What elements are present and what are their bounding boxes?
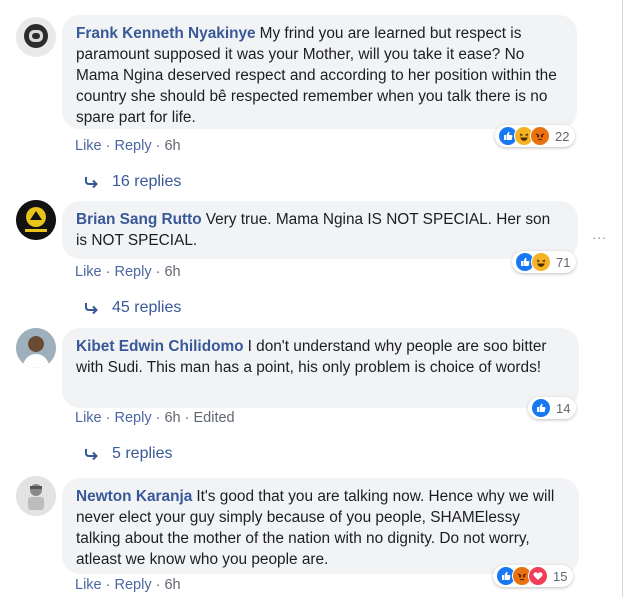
more-options-icon[interactable]: ... [592,226,607,242]
view-replies-link[interactable]: 5 replies [84,445,172,463]
like-button[interactable]: Like [75,138,102,154]
avatar-image [16,17,56,57]
reaction-count: 15 [553,568,568,584]
edited-label[interactable]: Edited [194,410,235,426]
comment-author[interactable]: Newton Karanja [76,488,192,505]
comment-bubble: Brian Sang Rutto Very true. Mama Ngina IS… [62,201,578,259]
comment-actions: Like · Reply · 6h [75,138,181,154]
view-replies-link[interactable]: 45 replies [84,299,181,317]
comment-time[interactable]: 6h [164,577,180,593]
angry-icon [530,126,550,146]
reaction-count: 14 [556,400,571,416]
avatar[interactable] [16,17,56,57]
replies-count: 5 replies [112,445,173,462]
comment-bubble: Kibet Edwin Chilidomo I don't understand … [62,328,579,408]
comment-author[interactable]: Brian Sang Rutto [76,211,202,228]
like-button[interactable]: Like [75,577,102,593]
avatar[interactable] [16,328,56,368]
avatar[interactable] [16,476,56,516]
reply-button[interactable]: Reply [115,138,152,154]
reaction-summary[interactable]: 15 [493,565,574,587]
avatar-image [16,328,56,368]
reply-arrow-icon [85,303,98,314]
like-button[interactable]: Like [75,264,102,280]
reply-button[interactable]: Reply [115,577,152,593]
reaction-count: 22 [555,128,570,144]
avatar[interactable] [16,200,56,240]
reply-arrow-icon [85,177,98,188]
like-icon [531,398,551,418]
comment-time[interactable]: 6h [164,138,180,154]
love-icon [528,566,548,586]
avatar-image [16,476,56,516]
avatar-image [16,200,56,240]
replies-count: 45 replies [112,299,182,316]
comment-time[interactable]: 6h [164,410,180,426]
reply-button[interactable]: Reply [115,264,152,280]
reaction-summary[interactable]: 14 [528,397,577,419]
replies-count: 16 replies [112,173,182,190]
comment-time[interactable]: 6h [164,264,180,280]
comment-bubble: Frank Kenneth Nyakinye My frind you are l… [62,15,577,129]
like-button[interactable]: Like [75,410,102,426]
haha-icon [531,252,551,272]
reaction-summary[interactable]: 71 [512,251,577,273]
reaction-count: 71 [556,254,571,270]
comment-actions: Like · Reply · 6h · Edited [75,410,235,426]
comment-actions: Like · Reply · 6h [75,264,181,280]
reply-button[interactable]: Reply [115,410,152,426]
reply-arrow-icon [85,449,98,460]
comment-author[interactable]: Frank Kenneth Nyakinye [76,25,256,42]
view-replies-link[interactable]: 16 replies [84,173,181,191]
comment-actions: Like · Reply · 6h [75,577,181,593]
comment-author[interactable]: Kibet Edwin Chilidomo [76,338,244,355]
reaction-summary[interactable]: 22 [495,125,576,147]
comment-bubble: Newton Karanja It's good that you are tal… [62,478,579,574]
